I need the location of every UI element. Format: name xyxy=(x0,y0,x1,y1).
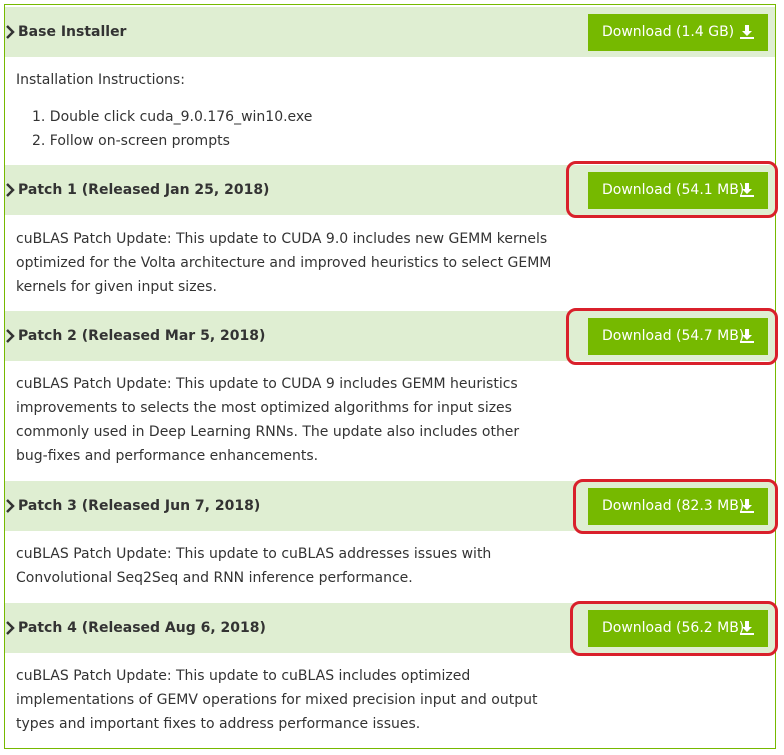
section-header-patch-3[interactable]: Patch 3 (Released Jun 7, 2018) Download … xyxy=(5,481,775,531)
section-header-patch-1[interactable]: Patch 1 (Released Jan 25, 2018) Download… xyxy=(5,165,775,215)
description-line: improvements to selects the most optimiz… xyxy=(16,400,512,416)
section-title: Patch 1 (Released Jan 25, 2018) xyxy=(18,182,270,198)
download-button-label: Download (56.2 MB) xyxy=(602,620,745,636)
description-line: cuBLAS Patch Update: This update to CUDA… xyxy=(16,376,518,392)
download-button-patch-1[interactable]: Download (54.1 MB) xyxy=(588,172,768,209)
description-line: optimized for the Volta architecture and… xyxy=(16,255,552,271)
section-header-patch-2[interactable]: Patch 2 (Released Mar 5, 2018) Download … xyxy=(5,311,775,361)
chevron-right-icon xyxy=(6,329,15,343)
download-button-label: Download (1.4 GB) xyxy=(602,24,735,40)
description-line: commonly used in Deep Learning RNNs. The… xyxy=(16,424,520,440)
chevron-right-icon xyxy=(6,183,15,197)
download-button-patch-3[interactable]: Download (82.3 MB) xyxy=(588,488,768,525)
section-title: Patch 4 (Released Aug 6, 2018) xyxy=(18,620,266,636)
installation-instructions: Installation Instructions: 1. Double cli… xyxy=(16,68,312,153)
section-header-patch-4[interactable]: Patch 4 (Released Aug 6, 2018) Download … xyxy=(5,603,775,653)
chevron-right-icon xyxy=(6,621,15,635)
download-button-base-installer[interactable]: Download (1.4 GB) xyxy=(588,14,768,51)
description-line: cuBLAS Patch Update: This update to cuBL… xyxy=(16,668,471,684)
chevron-right-icon xyxy=(6,499,15,513)
download-button-label: Download (54.7 MB) xyxy=(602,328,745,344)
download-icon xyxy=(740,25,754,39)
cuda-downloads-panel: Base Installer Download (1.4 GB) Install… xyxy=(4,4,778,749)
patch-2-description: cuBLAS Patch Update: This update to CUDA… xyxy=(16,372,519,468)
description-line: kernels for given input sizes. xyxy=(16,279,217,295)
description-line: cuBLAS Patch Update: This update to cuBL… xyxy=(16,546,492,562)
section-header-base-installer[interactable]: Base Installer Download (1.4 GB) xyxy=(5,7,775,57)
download-icon xyxy=(740,183,754,197)
download-icon xyxy=(740,621,754,635)
chevron-right-icon xyxy=(6,25,15,39)
patch-3-description: cuBLAS Patch Update: This update to cuBL… xyxy=(16,542,491,590)
instruction-step: 2. Follow on-screen prompts xyxy=(32,133,230,149)
description-line: implementations of GEMV operations for m… xyxy=(16,692,538,708)
download-button-label: Download (54.1 MB) xyxy=(602,182,745,198)
section-title: Patch 3 (Released Jun 7, 2018) xyxy=(18,498,261,514)
description-line: bug-fixes and performance enhancements. xyxy=(16,448,319,464)
description-line: types and important fixes to address per… xyxy=(16,716,421,732)
patch-1-description: cuBLAS Patch Update: This update to CUDA… xyxy=(16,227,551,299)
section-title: Base Installer xyxy=(18,24,127,40)
download-button-patch-2[interactable]: Download (54.7 MB) xyxy=(588,318,768,355)
description-line: cuBLAS Patch Update: This update to CUDA… xyxy=(16,231,548,247)
download-button-patch-4[interactable]: Download (56.2 MB) xyxy=(588,610,768,647)
instructions-list: 1. Double click cuda_9.0.176_win10.exe 2… xyxy=(16,105,312,153)
download-button-label: Download (82.3 MB) xyxy=(602,498,745,514)
download-icon xyxy=(740,329,754,343)
description-line: Convolutional Seq2Seq and RNN inference … xyxy=(16,570,413,586)
section-title: Patch 2 (Released Mar 5, 2018) xyxy=(18,328,266,344)
download-icon xyxy=(740,499,754,513)
instructions-heading: Installation Instructions: xyxy=(16,72,185,88)
patch-4-description: cuBLAS Patch Update: This update to cuBL… xyxy=(16,664,537,736)
instruction-step: 1. Double click cuda_9.0.176_win10.exe xyxy=(32,109,313,125)
